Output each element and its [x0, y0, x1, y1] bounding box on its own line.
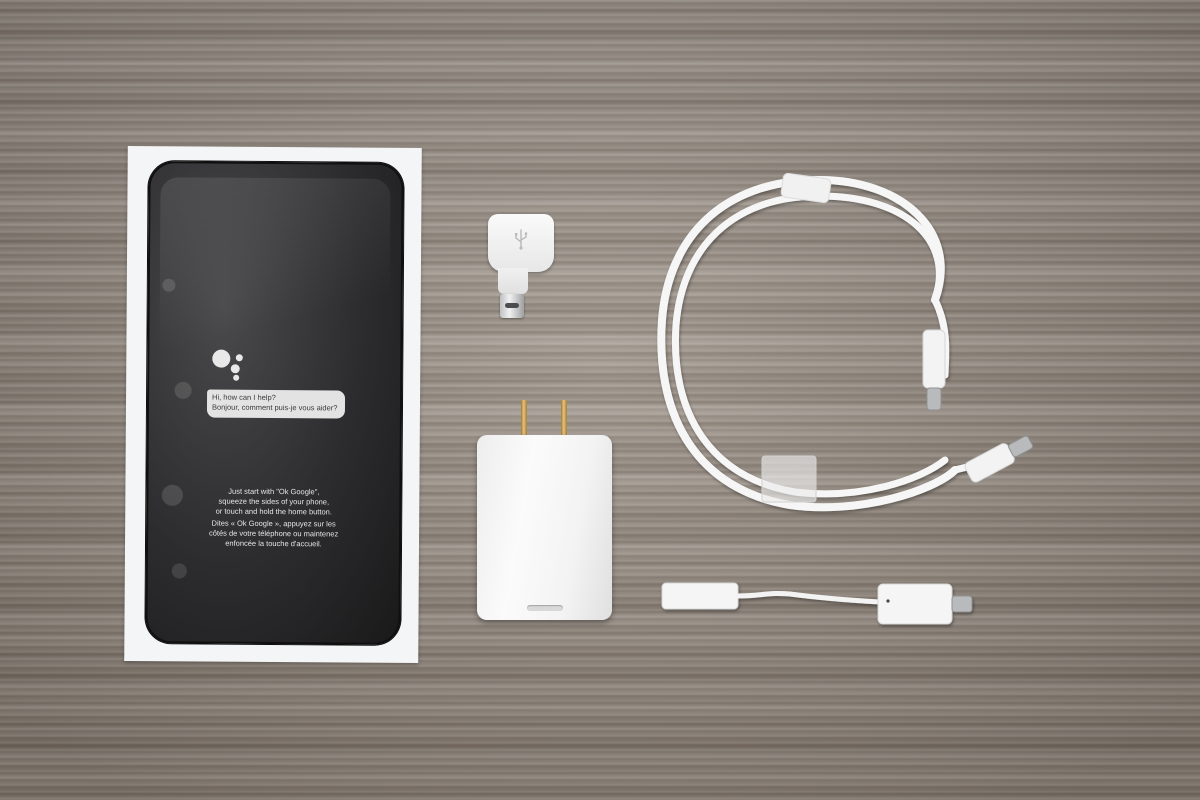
usb-c-cable [657, 175, 1009, 512]
cable-label [761, 455, 817, 503]
unboxing-scene: Hi, how can I help? Bonjour, comment pui… [0, 0, 1200, 800]
cables [657, 172, 1034, 625]
usb-c-headphone-adapter [661, 582, 973, 625]
usb-c-plug-2 [964, 435, 1034, 483]
usb-c-plug-1 [922, 329, 946, 411]
